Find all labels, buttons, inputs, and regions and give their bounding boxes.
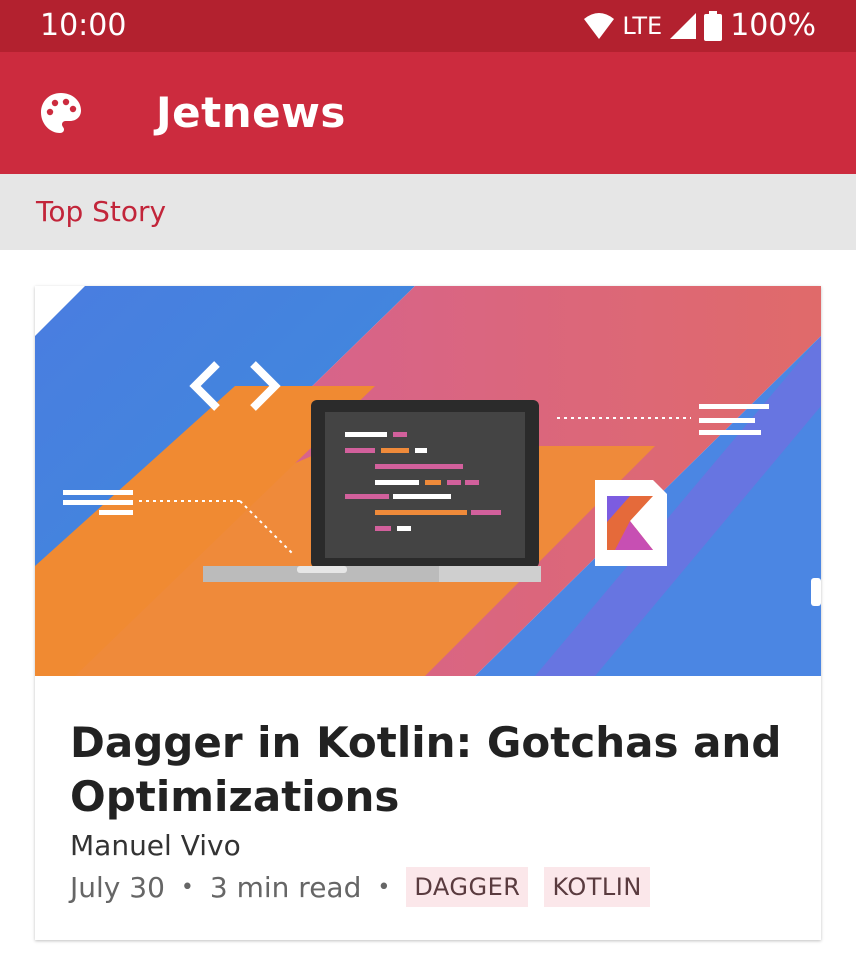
post-author: Manuel Vivo — [70, 829, 241, 862]
post-title[interactable]: Dagger in Kotlin: Gotchas and Optimizati… — [70, 716, 790, 824]
post-hero-image — [35, 286, 821, 676]
app-title: Jetnews — [156, 88, 346, 137]
battery-icon — [704, 11, 723, 41]
post-date: July 30 — [70, 870, 165, 904]
status-indicators: LTE 100% — [584, 8, 816, 44]
post-read-time: 3 min read — [209, 870, 362, 904]
section-header: Top Story — [0, 174, 856, 250]
post-meta: July 30 • 3 min read • DAGGER KOTLIN — [70, 866, 666, 908]
app-bar: Jetnews — [0, 52, 856, 174]
tag-kotlin[interactable]: KOTLIN — [544, 867, 650, 907]
wifi-icon — [584, 13, 615, 39]
top-story-card[interactable]: Dagger in Kotlin: Gotchas and Optimizati… — [35, 286, 821, 940]
status-time: 10:00 — [40, 8, 127, 43]
signal-icon — [670, 13, 697, 39]
section-title: Top Story — [36, 195, 167, 228]
tag-dagger[interactable]: DAGGER — [406, 867, 529, 907]
meta-separator: • — [180, 874, 194, 900]
network-type: LTE — [622, 12, 663, 40]
status-bar: 10:00 LTE 100% — [0, 0, 856, 52]
meta-separator: • — [377, 874, 391, 900]
palette-icon[interactable] — [40, 92, 82, 134]
battery-level: 100% — [730, 8, 816, 43]
